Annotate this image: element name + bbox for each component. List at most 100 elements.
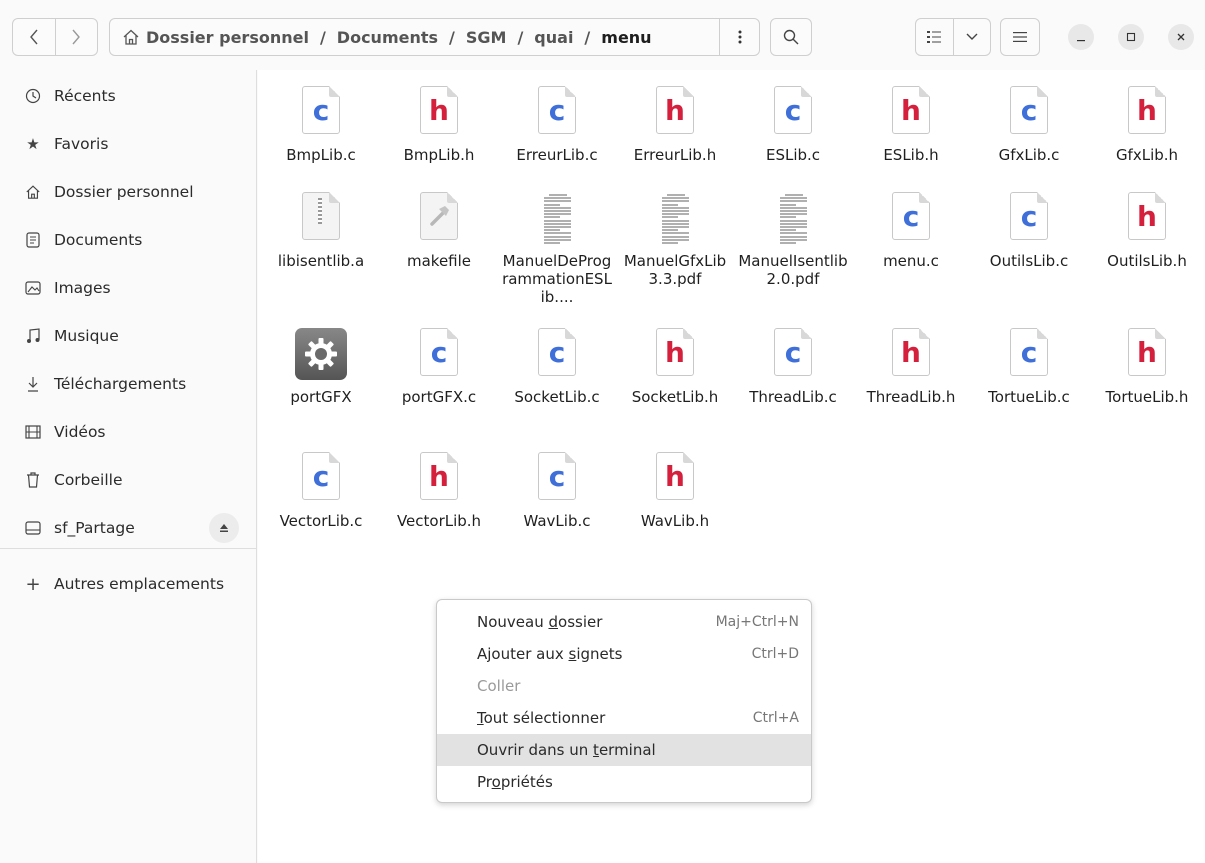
sidebar-item-musique[interactable]: Musique bbox=[0, 316, 257, 356]
sidebar-item-favoris[interactable]: ★ Favoris bbox=[0, 124, 257, 164]
file-item-vectorlib-h[interactable]: h VectorLib.h bbox=[380, 450, 498, 530]
file-name-label: ManuelIsentlib2.0.pdf bbox=[738, 252, 848, 288]
menu-item-label: Propriétés bbox=[477, 773, 553, 791]
pdf-document-icon bbox=[766, 190, 820, 246]
sidebar-item-corbeille[interactable]: Corbeille bbox=[0, 460, 257, 500]
file-item-wavlib-c[interactable]: c WavLib.c bbox=[498, 450, 616, 530]
sidebar: Récents ★ Favoris Dossier personnel Docu… bbox=[0, 70, 257, 863]
close-button[interactable] bbox=[1168, 24, 1194, 50]
sidebar-item-label: Musique bbox=[54, 327, 119, 345]
file-item-outilslib-c[interactable]: c OutilsLib.c bbox=[970, 190, 1088, 270]
maximize-button[interactable] bbox=[1118, 24, 1144, 50]
file-name-label: ManuelDeProgrammationESLib.... bbox=[502, 252, 612, 306]
menu-item-select-all[interactable]: Tout sélectionner Ctrl+A bbox=[437, 702, 811, 734]
forward-button[interactable] bbox=[56, 19, 98, 55]
file-name-label: menu.c bbox=[883, 252, 939, 270]
file-item-wavlib-h[interactable]: h WavLib.h bbox=[616, 450, 734, 530]
chevron-left-icon bbox=[29, 29, 38, 45]
chevron-right-icon bbox=[72, 29, 81, 45]
breadcrumb-documents[interactable]: Documents bbox=[337, 28, 438, 47]
file-name-label: VectorLib.h bbox=[396, 512, 482, 530]
c-source-file-icon: c bbox=[412, 326, 466, 382]
file-item-libisentlib-a[interactable]: libisentlib.a bbox=[262, 190, 380, 270]
file-name-label: BmpLib.h bbox=[403, 146, 475, 164]
file-item-portgfx[interactable]: portGFX bbox=[262, 326, 380, 406]
file-item-gfxlib-h[interactable]: h GfxLib.h bbox=[1088, 84, 1205, 164]
sidebar-item-recents[interactable]: Récents bbox=[0, 76, 257, 116]
file-item-makefile[interactable]: makefile bbox=[380, 190, 498, 270]
header-file-icon: h bbox=[1120, 326, 1174, 382]
file-item-manueldeprogrammationeslib[interactable]: ManuelDeProgrammationESLib.... bbox=[498, 190, 616, 306]
sidebar-item-videos[interactable]: Vidéos bbox=[0, 412, 257, 452]
sidebar-item-sf-partage[interactable]: sf_Partage bbox=[0, 508, 257, 548]
breadcrumb-menu[interactable]: menu bbox=[601, 28, 651, 47]
file-item-threadlib-h[interactable]: h ThreadLib.h bbox=[852, 326, 970, 406]
sidebar-item-telechargements[interactable]: Téléchargements bbox=[0, 364, 257, 404]
file-name-label: portGFX.c bbox=[401, 388, 477, 406]
menu-item-properties[interactable]: Propriétés bbox=[437, 766, 811, 798]
file-item-tortuelib-h[interactable]: h TortueLib.h bbox=[1088, 326, 1205, 406]
file-item-bmplib-h[interactable]: h BmpLib.h bbox=[380, 84, 498, 164]
file-name-label: GfxLib.c bbox=[998, 146, 1060, 164]
file-item-socketlib-c[interactable]: c SocketLib.c bbox=[498, 326, 616, 406]
star-icon: ★ bbox=[26, 135, 40, 153]
file-name-label: SocketLib.c bbox=[514, 388, 600, 406]
list-view-icon bbox=[927, 31, 942, 43]
file-name-label: ErreurLib.h bbox=[633, 146, 717, 164]
main-menu-button[interactable] bbox=[1000, 18, 1040, 56]
file-item-socketlib-h[interactable]: h SocketLib.h bbox=[616, 326, 734, 406]
search-button[interactable] bbox=[770, 18, 812, 56]
menu-item-new-folder[interactable]: Nouveau dossier Maj+Ctrl+N bbox=[437, 606, 811, 638]
breadcrumb-home[interactable]: Dossier personnel bbox=[146, 28, 309, 47]
view-toggle-group bbox=[915, 18, 991, 56]
file-item-manuelisentlib2-0-pdf[interactable]: ManuelIsentlib2.0.pdf bbox=[734, 190, 852, 288]
music-icon bbox=[24, 327, 42, 345]
sidebar-item-documents[interactable]: Documents bbox=[0, 220, 257, 260]
back-button[interactable] bbox=[13, 19, 55, 55]
breadcrumb-sgm[interactable]: SGM bbox=[466, 28, 507, 47]
menu-item-open-in-terminal[interactable]: Ouvrir dans un terminal bbox=[437, 734, 811, 766]
file-item-vectorlib-c[interactable]: c VectorLib.c bbox=[262, 450, 380, 530]
file-item-manuelgfxlib3-3-pdf[interactable]: ManuelGfxLib3.3.pdf bbox=[616, 190, 734, 288]
file-name-label: BmpLib.c bbox=[286, 146, 356, 164]
c-source-file-icon: c bbox=[294, 450, 348, 506]
path-options-button[interactable] bbox=[719, 19, 759, 55]
file-name-label: GfxLib.h bbox=[1115, 146, 1179, 164]
menu-item-shortcut: Maj+Ctrl+N bbox=[715, 614, 799, 630]
menu-item-paste: Coller bbox=[437, 670, 811, 702]
sidebar-item-home[interactable]: Dossier personnel bbox=[0, 172, 257, 212]
header-file-icon: h bbox=[884, 84, 938, 140]
c-source-file-icon: c bbox=[1002, 190, 1056, 246]
file-item-menu-c[interactable]: c menu.c bbox=[852, 190, 970, 270]
clock-icon bbox=[24, 87, 42, 105]
file-item-erreurlib-h[interactable]: h ErreurLib.h bbox=[616, 84, 734, 164]
file-name-label: ESLib.h bbox=[883, 146, 939, 164]
view-options-dropdown[interactable] bbox=[954, 19, 991, 55]
file-item-eslib-c[interactable]: c ESLib.c bbox=[734, 84, 852, 164]
file-item-eslib-h[interactable]: h ESLib.h bbox=[852, 84, 970, 164]
file-name-label: OutilsLib.h bbox=[1107, 252, 1187, 270]
breadcrumb-quai[interactable]: quai bbox=[534, 28, 573, 47]
eject-button[interactable] bbox=[209, 513, 239, 543]
menu-item-label: Ouvrir dans un terminal bbox=[477, 741, 656, 759]
file-item-tortuelib-c[interactable]: c TortueLib.c bbox=[970, 326, 1088, 406]
file-item-portgfx-c[interactable]: c portGFX.c bbox=[380, 326, 498, 406]
header-file-icon: h bbox=[884, 326, 938, 382]
sidebar-item-label: Récents bbox=[54, 87, 116, 105]
file-item-outilslib-h[interactable]: h OutilsLib.h bbox=[1088, 190, 1205, 270]
file-item-gfxlib-c[interactable]: c GfxLib.c bbox=[970, 84, 1088, 164]
pdf-document-icon bbox=[648, 190, 702, 246]
plus-icon: + bbox=[25, 573, 41, 595]
file-item-threadlib-c[interactable]: c ThreadLib.c bbox=[734, 326, 852, 406]
document-icon bbox=[24, 231, 42, 249]
file-name-label: OutilsLib.c bbox=[989, 252, 1069, 270]
menu-item-add-bookmark[interactable]: Ajouter aux signets Ctrl+D bbox=[437, 638, 811, 670]
menu-item-shortcut: Ctrl+A bbox=[752, 710, 799, 726]
file-item-bmplib-c[interactable]: c BmpLib.c bbox=[262, 84, 380, 164]
list-view-button[interactable] bbox=[916, 19, 953, 55]
minimize-button[interactable] bbox=[1068, 24, 1094, 50]
sidebar-item-images[interactable]: Images bbox=[0, 268, 257, 308]
sidebar-item-other-locations[interactable]: + Autres emplacements bbox=[0, 564, 257, 604]
context-menu: Nouveau dossier Maj+Ctrl+N Ajouter aux sig… bbox=[436, 599, 812, 803]
file-item-erreurlib-c[interactable]: c ErreurLib.c bbox=[498, 84, 616, 164]
